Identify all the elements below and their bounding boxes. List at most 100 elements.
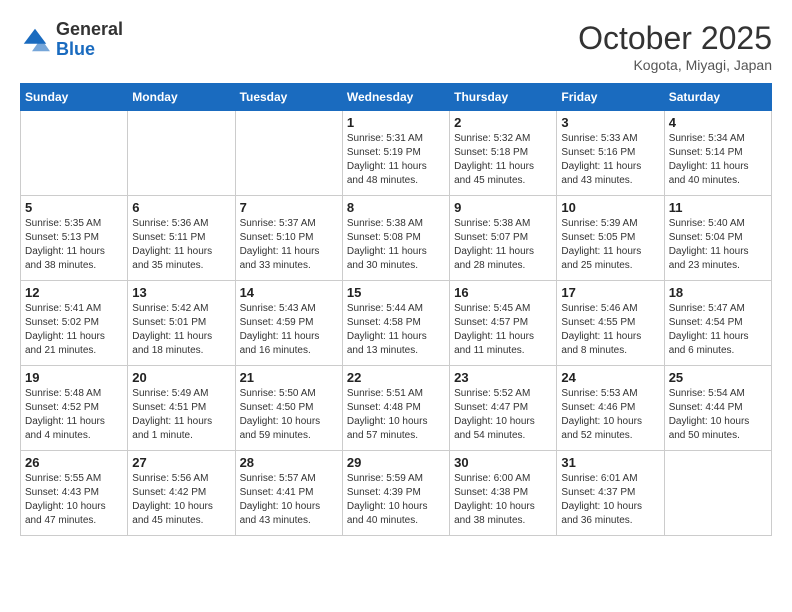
- day-info: Sunrise: 5:55 AM Sunset: 4:43 PM Dayligh…: [25, 472, 123, 528]
- calendar-cell: 14Sunrise: 5:43 AM Sunset: 4:59 PM Dayli…: [235, 281, 342, 366]
- page-header: General Blue October 2025 Kogota, Miyagi…: [20, 20, 772, 73]
- day-info: Sunrise: 5:53 AM Sunset: 4:46 PM Dayligh…: [561, 387, 659, 443]
- day-number: 14: [240, 285, 338, 300]
- calendar-cell: 10 Sunrise: 5:39 AM Sunset: 5:05 PM Dayli…: [557, 196, 664, 281]
- day-number: 17: [561, 285, 659, 300]
- week-row-4: 19 Sunrise: 5:48 AM Sunset: 4:52 PM Dayli…: [21, 366, 772, 451]
- calendar-cell: 6Sunrise: 5:36 AM Sunset: 5:11 PM Daylig…: [128, 196, 235, 281]
- day-info: Sunrise: 5:56 AM Sunset: 4:42 PM Dayligh…: [132, 472, 230, 528]
- week-row-5: 26 Sunrise: 5:55 AM Sunset: 4:43 PM Dayli…: [21, 451, 772, 536]
- week-row-3: 12 Sunrise: 5:41 AM Sunset: 5:02 PM Dayli…: [21, 281, 772, 366]
- day-info: Sunrise: 5:57 AM Sunset: 4:41 PM Dayligh…: [240, 472, 338, 528]
- calendar-cell: 1 Sunrise: 5:31 AM Sunset: 5:19 PM Daylig…: [342, 111, 449, 196]
- calendar-cell: 17 Sunrise: 5:46 AM Sunset: 4:55 PM Dayli…: [557, 281, 664, 366]
- day-info: Sunrise: 5:31 AM Sunset: 5:19 PM Dayligh…: [347, 132, 445, 188]
- calendar-cell: 24 Sunrise: 5:53 AM Sunset: 4:46 PM Dayli…: [557, 366, 664, 451]
- calendar-cell: 22 Sunrise: 5:51 AM Sunset: 4:48 PM Dayli…: [342, 366, 449, 451]
- day-number: 29: [347, 455, 445, 470]
- day-number: 23: [454, 370, 552, 385]
- day-number: 30: [454, 455, 552, 470]
- calendar-cell: [235, 111, 342, 196]
- calendar-cell: 15 Sunrise: 5:44 AM Sunset: 4:58 PM Dayli…: [342, 281, 449, 366]
- day-number: 21: [240, 370, 338, 385]
- day-number: 2: [454, 115, 552, 130]
- logo-general: General: [56, 20, 123, 40]
- calendar-cell: 8 Sunrise: 5:38 AM Sunset: 5:08 PM Daylig…: [342, 196, 449, 281]
- calendar-cell: 11 Sunrise: 5:40 AM Sunset: 5:04 PM Dayli…: [664, 196, 771, 281]
- day-info: Sunrise: 5:54 AM Sunset: 4:44 PM Dayligh…: [669, 387, 767, 443]
- logo-icon: [20, 25, 50, 55]
- calendar-cell: [128, 111, 235, 196]
- calendar-cell: 7 Sunrise: 5:37 AM Sunset: 5:10 PM Daylig…: [235, 196, 342, 281]
- calendar-cell: 25 Sunrise: 5:54 AM Sunset: 4:44 PM Dayli…: [664, 366, 771, 451]
- day-number: 11: [669, 200, 767, 215]
- logo-blue: Blue: [56, 40, 123, 60]
- day-number: 18: [669, 285, 767, 300]
- calendar-cell: 28 Sunrise: 5:57 AM Sunset: 4:41 PM Dayli…: [235, 451, 342, 536]
- calendar-cell: [664, 451, 771, 536]
- day-info: Sunrise: 5:52 AM Sunset: 4:47 PM Dayligh…: [454, 387, 552, 443]
- calendar-header-row: SundayMondayTuesdayWednesdayThursdayFrid…: [21, 84, 772, 111]
- column-header-friday: Friday: [557, 84, 664, 111]
- day-info: Sunrise: 5:51 AM Sunset: 4:48 PM Dayligh…: [347, 387, 445, 443]
- day-number: 25: [669, 370, 767, 385]
- day-info: Sunrise: 5:42 AM Sunset: 5:01 PM Dayligh…: [132, 302, 230, 358]
- calendar-cell: 29 Sunrise: 5:59 AM Sunset: 4:39 PM Dayli…: [342, 451, 449, 536]
- day-number: 22: [347, 370, 445, 385]
- day-number: 19: [25, 370, 123, 385]
- logo: General Blue: [20, 20, 123, 60]
- day-info: Sunrise: 5:46 AM Sunset: 4:55 PM Dayligh…: [561, 302, 659, 358]
- column-header-sunday: Sunday: [21, 84, 128, 111]
- day-info: Sunrise: 5:44 AM Sunset: 4:58 PM Dayligh…: [347, 302, 445, 358]
- column-header-thursday: Thursday: [450, 84, 557, 111]
- calendar-cell: 19 Sunrise: 5:48 AM Sunset: 4:52 PM Dayli…: [21, 366, 128, 451]
- calendar-cell: 4Sunrise: 5:34 AM Sunset: 5:14 PM Daylig…: [664, 111, 771, 196]
- week-row-2: 5Sunrise: 5:35 AM Sunset: 5:13 PM Daylig…: [21, 196, 772, 281]
- day-number: 3: [561, 115, 659, 130]
- day-info: Sunrise: 5:41 AM Sunset: 5:02 PM Dayligh…: [25, 302, 123, 358]
- day-number: 5: [25, 200, 123, 215]
- day-info: Sunrise: 5:39 AM Sunset: 5:05 PM Dayligh…: [561, 217, 659, 273]
- day-number: 12: [25, 285, 123, 300]
- day-number: 15: [347, 285, 445, 300]
- calendar-cell: 21Sunrise: 5:50 AM Sunset: 4:50 PM Dayli…: [235, 366, 342, 451]
- calendar-cell: 9 Sunrise: 5:38 AM Sunset: 5:07 PM Daylig…: [450, 196, 557, 281]
- day-number: 28: [240, 455, 338, 470]
- calendar-cell: [21, 111, 128, 196]
- calendar-cell: 3 Sunrise: 5:33 AM Sunset: 5:16 PM Daylig…: [557, 111, 664, 196]
- calendar-cell: 20Sunrise: 5:49 AM Sunset: 4:51 PM Dayli…: [128, 366, 235, 451]
- day-info: Sunrise: 5:34 AM Sunset: 5:14 PM Dayligh…: [669, 132, 767, 188]
- day-number: 8: [347, 200, 445, 215]
- day-info: Sunrise: 5:37 AM Sunset: 5:10 PM Dayligh…: [240, 217, 338, 273]
- day-number: 24: [561, 370, 659, 385]
- day-info: Sunrise: 5:40 AM Sunset: 5:04 PM Dayligh…: [669, 217, 767, 273]
- day-info: Sunrise: 6:01 AM Sunset: 4:37 PM Dayligh…: [561, 472, 659, 528]
- logo-text: General Blue: [56, 20, 123, 60]
- month-title: October 2025: [578, 20, 772, 57]
- day-info: Sunrise: 5:59 AM Sunset: 4:39 PM Dayligh…: [347, 472, 445, 528]
- day-number: 7: [240, 200, 338, 215]
- calendar-cell: 2Sunrise: 5:32 AM Sunset: 5:18 PM Daylig…: [450, 111, 557, 196]
- day-number: 31: [561, 455, 659, 470]
- calendar-cell: 26 Sunrise: 5:55 AM Sunset: 4:43 PM Dayli…: [21, 451, 128, 536]
- day-number: 10: [561, 200, 659, 215]
- day-info: Sunrise: 5:38 AM Sunset: 5:07 PM Dayligh…: [454, 217, 552, 273]
- location: Kogota, Miyagi, Japan: [578, 57, 772, 73]
- week-row-1: 1 Sunrise: 5:31 AM Sunset: 5:19 PM Daylig…: [21, 111, 772, 196]
- calendar-table: SundayMondayTuesdayWednesdayThursdayFrid…: [20, 83, 772, 536]
- day-number: 1: [347, 115, 445, 130]
- day-info: Sunrise: 5:33 AM Sunset: 5:16 PM Dayligh…: [561, 132, 659, 188]
- day-info: Sunrise: 5:38 AM Sunset: 5:08 PM Dayligh…: [347, 217, 445, 273]
- title-block: October 2025 Kogota, Miyagi, Japan: [578, 20, 772, 73]
- day-number: 16: [454, 285, 552, 300]
- day-number: 9: [454, 200, 552, 215]
- day-number: 26: [25, 455, 123, 470]
- day-info: Sunrise: 5:48 AM Sunset: 4:52 PM Dayligh…: [25, 387, 123, 443]
- day-number: 13: [132, 285, 230, 300]
- calendar-cell: 5Sunrise: 5:35 AM Sunset: 5:13 PM Daylig…: [21, 196, 128, 281]
- day-number: 20: [132, 370, 230, 385]
- day-info: Sunrise: 6:00 AM Sunset: 4:38 PM Dayligh…: [454, 472, 552, 528]
- day-info: Sunrise: 5:45 AM Sunset: 4:57 PM Dayligh…: [454, 302, 552, 358]
- column-header-tuesday: Tuesday: [235, 84, 342, 111]
- calendar-cell: 27Sunrise: 5:56 AM Sunset: 4:42 PM Dayli…: [128, 451, 235, 536]
